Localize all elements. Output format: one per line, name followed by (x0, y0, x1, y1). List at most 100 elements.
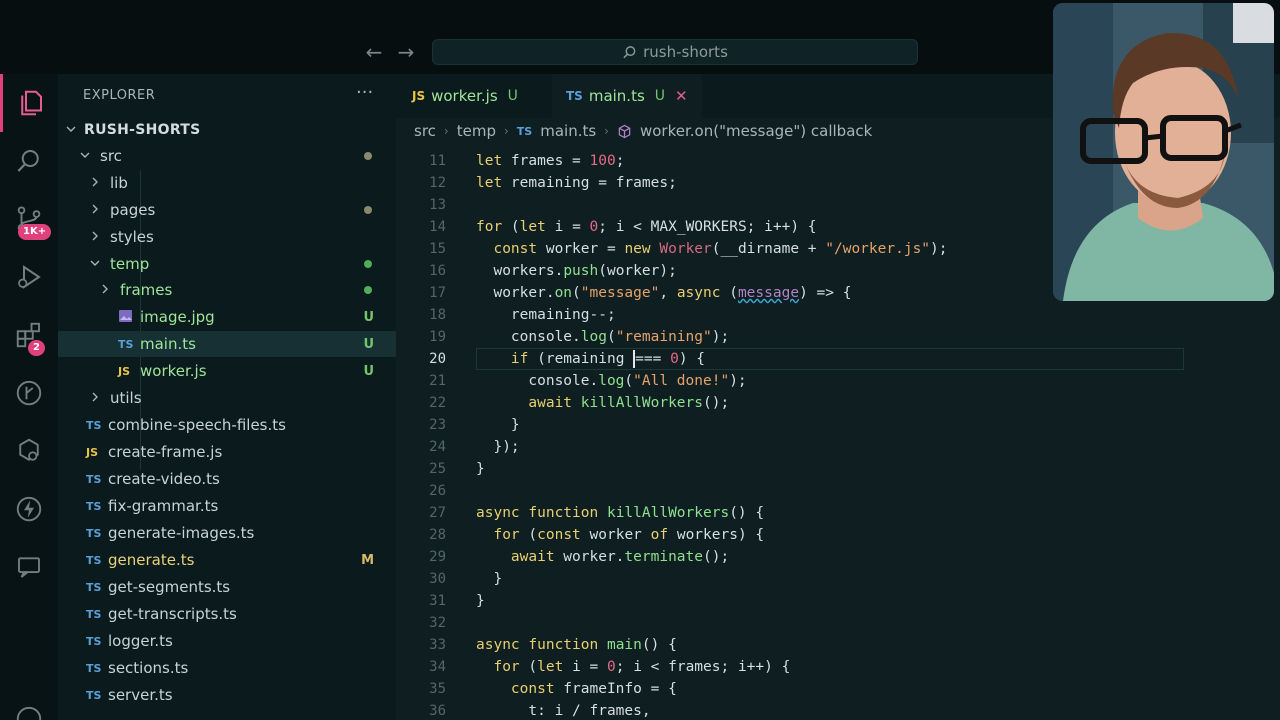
chevron-down-icon (78, 150, 92, 163)
tab-main-ts[interactable]: TS main.ts U ✕ (552, 74, 702, 118)
tree-item[interactable]: TS get-transcripts.ts (58, 601, 396, 627)
breadcrumb-item[interactable]: worker.on("message") callback (640, 122, 872, 140)
code-text: } (476, 571, 503, 587)
code-line[interactable]: 32 (396, 612, 1280, 634)
tree-item[interactable]: styles (58, 224, 396, 250)
code-line[interactable]: 35 const frameInfo = { (396, 678, 1280, 700)
arrow-right-icon[interactable]: → (394, 40, 418, 64)
git-graph-icon[interactable] (0, 364, 58, 422)
tree-item[interactable]: TS fix-grammar.ts (58, 493, 396, 519)
tree-item[interactable]: lib (58, 170, 396, 196)
breadcrumb-item[interactable]: temp (457, 122, 496, 140)
tree-item[interactable]: JS create-frame.js (58, 439, 396, 465)
code-line[interactable]: 33 async function main() { (396, 634, 1280, 656)
line-number: 15 (429, 241, 446, 257)
code-line[interactable]: 23 } (396, 414, 1280, 436)
line-number: 32 (429, 615, 446, 631)
tree-item[interactable]: TS main.ts U (58, 331, 396, 357)
run-debug-icon[interactable] (0, 248, 58, 306)
tree-item-label: src (100, 147, 122, 165)
line-number: 13 (429, 197, 446, 213)
code-line[interactable]: 30 } (396, 568, 1280, 590)
tree-item-label: create-video.ts (108, 470, 220, 488)
tab-worker-js[interactable]: JS worker.js U (398, 74, 532, 118)
tree-item[interactable]: TS generate.ts M (58, 547, 396, 573)
ts-file-icon: TS (86, 472, 102, 486)
line-number: 26 (429, 483, 446, 499)
line-number: 35 (429, 681, 446, 697)
code-line[interactable]: 27 async function killAllWorkers() { (396, 502, 1280, 524)
tree-item[interactable]: TS combine-speech-files.ts (58, 412, 396, 438)
ts-file-icon: TS (86, 688, 102, 702)
account-icon[interactable] (0, 690, 58, 720)
search-icon[interactable] (0, 132, 58, 190)
remote-explorer-icon[interactable] (0, 422, 58, 480)
tree-item[interactable]: TS get-segments.ts (58, 574, 396, 600)
line-number: 28 (429, 527, 446, 543)
more-actions-icon[interactable]: ··· (356, 82, 373, 103)
code-line[interactable]: 22 await killAllWorkers(); (396, 392, 1280, 414)
code-line[interactable]: 36 t: i / frames, (396, 700, 1280, 720)
chevron-down-icon (64, 124, 78, 137)
code-line[interactable]: 26 (396, 480, 1280, 502)
line-number: 22 (429, 395, 446, 411)
tree-item[interactable]: TS server.ts (58, 682, 396, 708)
tree-item-label: logger.ts (108, 632, 173, 650)
tree-item[interactable]: JS worker.js U (58, 358, 396, 384)
tree-item-label: combine-speech-files.ts (108, 416, 286, 434)
git-status-badge: U (363, 309, 374, 325)
tree-item-label: generate-images.ts (108, 524, 255, 542)
code-line[interactable]: 29 await worker.terminate(); (396, 546, 1280, 568)
extensions-icon[interactable]: 2 (0, 306, 58, 364)
workspace-root-label: RUSH-SHORTS (84, 122, 201, 138)
line-number: 23 (429, 417, 446, 433)
lightning-icon[interactable] (0, 480, 58, 538)
breadcrumb-item[interactable]: main.ts (540, 122, 596, 140)
tree-item[interactable]: pages (58, 197, 396, 223)
tree-item[interactable]: TS generate-images.ts (58, 520, 396, 546)
tree-item[interactable]: frames (58, 277, 396, 303)
code-line[interactable]: 21 console.log("All done!"); (396, 370, 1280, 392)
tab-label: main.ts (588, 87, 645, 105)
git-change-dot (364, 286, 372, 294)
explorer-icon[interactable] (0, 74, 58, 132)
tree-item-label: frames (120, 281, 173, 299)
line-number: 34 (429, 659, 446, 675)
code-line[interactable]: 24 }); (396, 436, 1280, 458)
image-file-icon (118, 309, 140, 326)
source-control-icon[interactable]: 1K+ (0, 190, 58, 248)
code-line[interactable]: 34 for (let i = 0; i < frames; i++) { (396, 656, 1280, 678)
code-line[interactable]: 25} (396, 458, 1280, 480)
tree-item[interactable]: utils (58, 385, 396, 411)
tree-item[interactable]: TS logger.ts (58, 628, 396, 654)
line-number: 16 (429, 263, 446, 279)
workspace-root[interactable]: RUSH-SHORTS (58, 118, 396, 142)
ts-file-icon: TS (86, 607, 102, 621)
tree-item[interactable]: TS create-video.ts (58, 466, 396, 492)
breadcrumb-item[interactable]: src (414, 122, 436, 140)
code-text: } (476, 417, 520, 433)
close-icon[interactable]: ✕ (675, 87, 688, 105)
code-line[interactable]: 31} (396, 590, 1280, 612)
code-text: await killAllWorkers(); (528, 395, 730, 411)
tree-item[interactable]: TS sections.ts (58, 655, 396, 681)
code-line[interactable]: 20 if (remaining === 0) { (396, 348, 1280, 370)
line-number: 17 (429, 285, 446, 301)
code-line[interactable]: 28 for (const worker of workers) { (396, 524, 1280, 546)
tree-item-label: worker.js (140, 362, 207, 380)
git-status-badge: U (363, 363, 374, 379)
arrow-left-icon[interactable]: ← (362, 40, 386, 64)
js-file-icon: JS (412, 89, 426, 103)
chat-icon[interactable] (0, 538, 58, 596)
tree-item[interactable]: image.jpg U (58, 304, 396, 330)
chevron-right-icon (88, 177, 102, 190)
line-number: 36 (429, 703, 446, 719)
command-center-search[interactable]: rush-shorts (432, 39, 918, 65)
tree-item[interactable]: temp (58, 251, 396, 277)
line-number: 33 (429, 637, 446, 653)
code-text: } (476, 461, 485, 477)
code-line[interactable]: 19 console.log("remaining"); (396, 326, 1280, 348)
code-line[interactable]: 18 remaining--; (396, 304, 1280, 326)
tree-item[interactable]: src (58, 143, 396, 169)
line-number: 12 (429, 175, 446, 191)
